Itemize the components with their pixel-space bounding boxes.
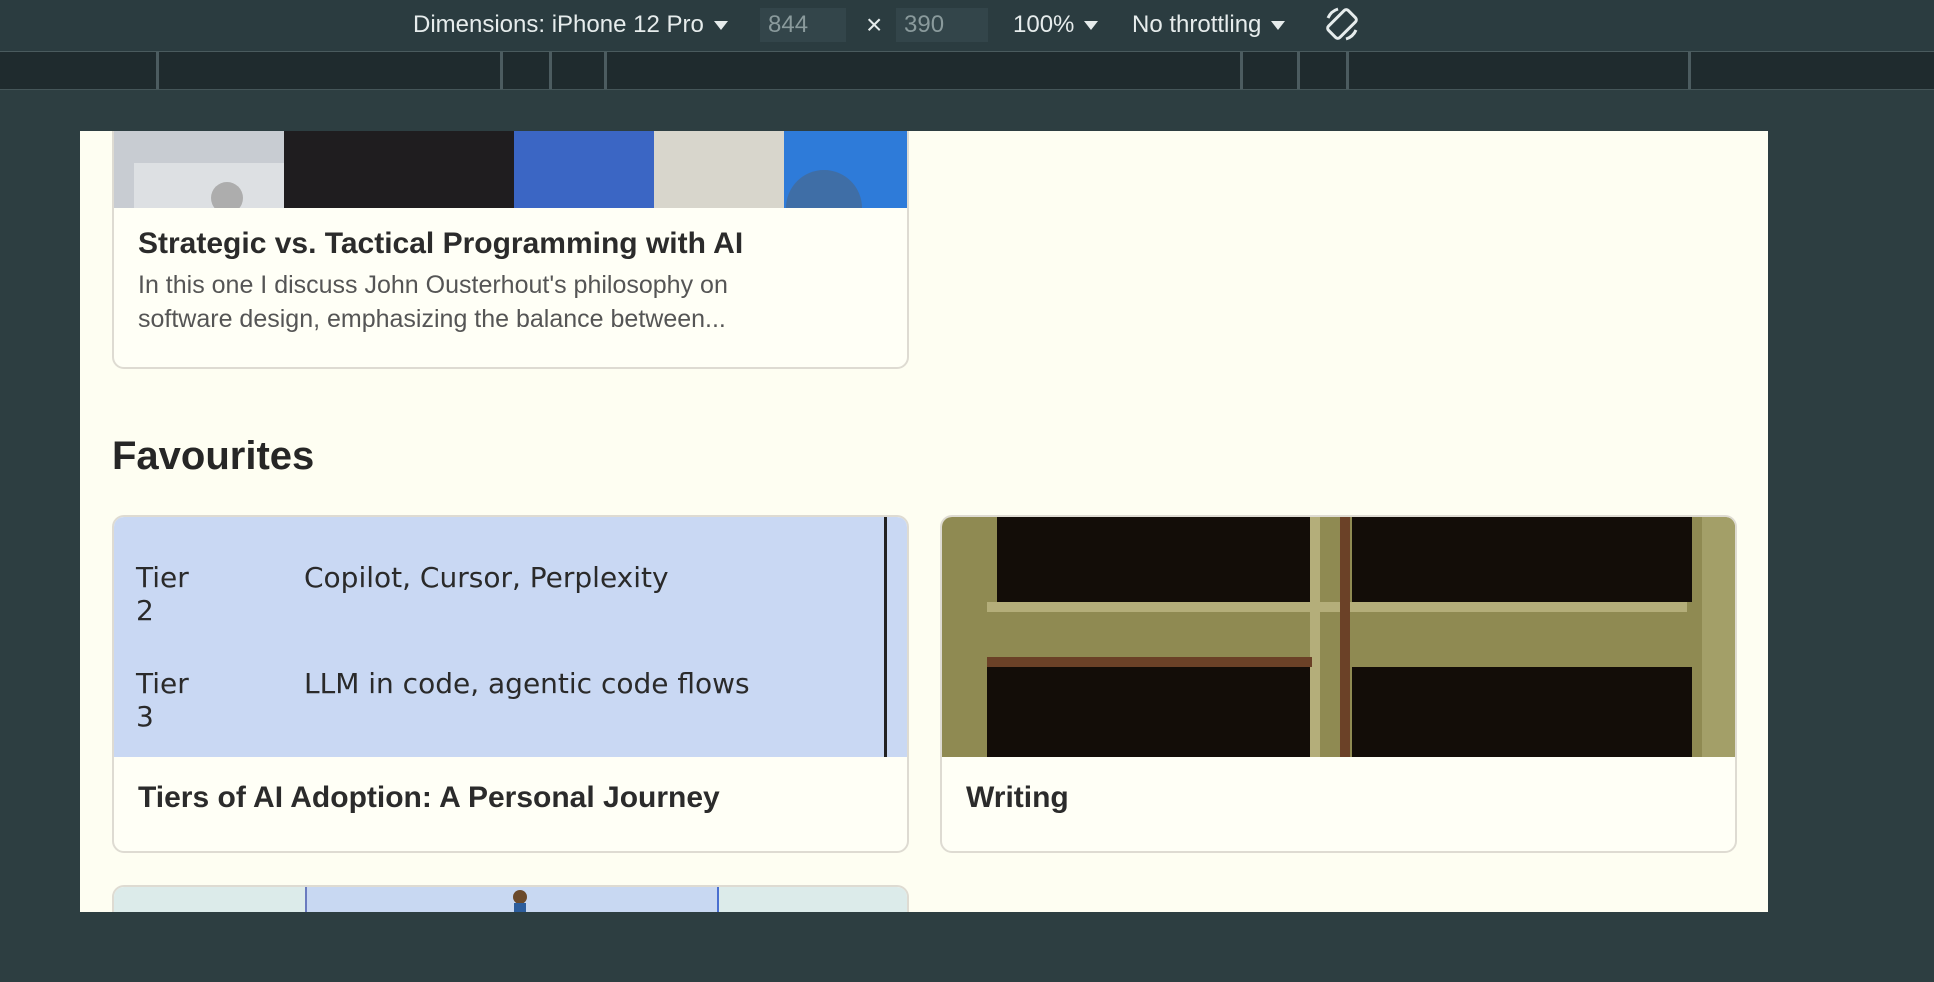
favourite-card-tiers[interactable]: Tier 2 Copilot, Cursor, Perplexity Tier …: [112, 515, 909, 853]
post-thumbnail-image: [942, 517, 1735, 757]
post-description-line1: In this one I discuss John Ousterhout's …: [138, 271, 728, 299]
post-card[interactable]: [112, 885, 909, 912]
media-query-ruler: [0, 52, 1934, 90]
chevron-down-icon: [713, 21, 728, 31]
zoom-dropdown[interactable]: 100%: [1013, 10, 1099, 40]
device-viewport: Strategic vs. Tactical Programming with …: [80, 131, 1768, 912]
throttling-dropdown[interactable]: No throttling: [1132, 10, 1286, 40]
chevron-down-icon: [1084, 21, 1099, 31]
devtools-device-toolbar: Dimensions: iPhone 12 Pro 844 × 390 100%…: [0, 0, 1934, 52]
post-title: Strategic vs. Tactical Programming with …: [138, 227, 744, 260]
post-thumbnail-image: [114, 887, 907, 912]
times-icon: ×: [866, 9, 883, 40]
rotate-icon[interactable]: [1322, 4, 1362, 44]
section-heading: Favourites: [112, 434, 315, 478]
throttling-label: No throttling: [1132, 11, 1262, 38]
post-title: Tiers of AI Adoption: A Personal Journey: [138, 781, 720, 814]
width-input[interactable]: 844: [760, 8, 846, 42]
post-thumbnail-image: [114, 131, 907, 208]
chevron-down-icon: [1271, 21, 1286, 31]
post-card[interactable]: Strategic vs. Tactical Programming with …: [112, 131, 909, 369]
favourite-card-writing[interactable]: Writing: [940, 515, 1737, 853]
dimensions-dropdown[interactable]: Dimensions: iPhone 12 Pro: [413, 10, 728, 40]
height-input[interactable]: 390: [896, 8, 988, 42]
post-description-line2: software design, emphasizing the balance…: [138, 305, 726, 333]
post-title: Writing: [966, 781, 1069, 814]
post-thumbnail-image: Tier 2 Copilot, Cursor, Perplexity Tier …: [114, 517, 907, 757]
dimensions-label: Dimensions: iPhone 12 Pro: [413, 11, 704, 38]
zoom-label: 100%: [1013, 11, 1075, 38]
